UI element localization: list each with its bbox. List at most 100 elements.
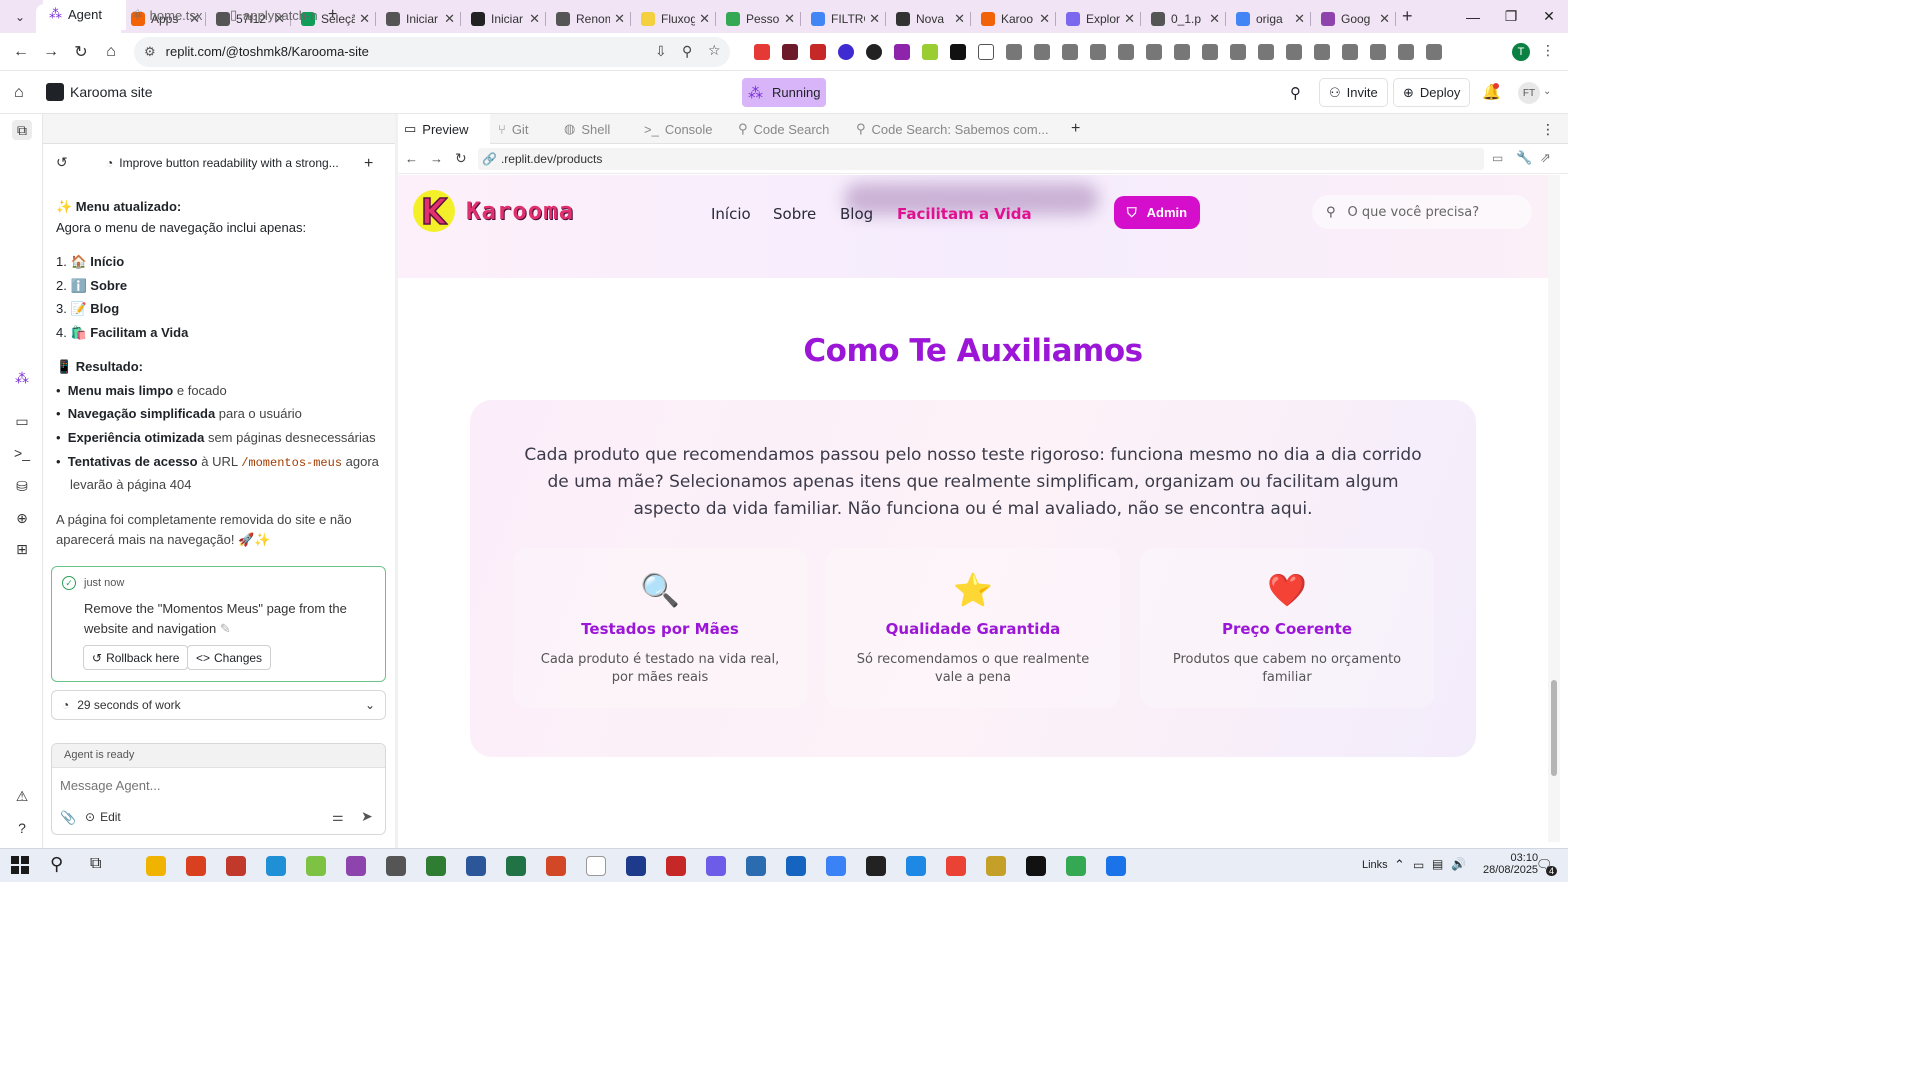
site-info-icon[interactable]: ⚙ bbox=[144, 44, 156, 60]
add-tab-button[interactable]: + bbox=[328, 0, 337, 30]
extension-icon[interactable] bbox=[838, 44, 854, 60]
work-summary[interactable]: ◔ 29 seconds of work ⌄ bbox=[51, 690, 386, 720]
close-tab-icon[interactable]: ✕ bbox=[444, 11, 455, 27]
files-icon[interactable]: ⧉ bbox=[12, 120, 32, 140]
add-pane-tab-button[interactable]: + bbox=[1071, 114, 1080, 144]
minimize-icon[interactable]: — bbox=[1454, 0, 1492, 33]
agent-icon[interactable]: ⁂ bbox=[12, 368, 32, 388]
tab-home-tsx[interactable]: ⚛ home.tsx bbox=[132, 0, 224, 30]
nav-link-facilitam-a-vida[interactable]: Facilitam a Vida bbox=[897, 205, 1032, 223]
taskbar-app-icon[interactable] bbox=[746, 856, 766, 876]
browser-tab[interactable]: origa ✕ bbox=[1226, 4, 1311, 33]
tab-shell[interactable]: ◍ Shell bbox=[564, 114, 610, 144]
preview-back-icon[interactable]: ← bbox=[405, 151, 418, 166]
battery-icon[interactable]: ▭ bbox=[1413, 858, 1424, 872]
address-bar[interactable]: ⚙ replit.com/@toshmk8/Karooma-site bbox=[134, 36, 730, 67]
attach-icon[interactable]: 📎 bbox=[60, 810, 76, 826]
close-tab-icon[interactable]: ✕ bbox=[614, 11, 625, 27]
scrollbar-thumb[interactable] bbox=[1551, 680, 1557, 776]
new-tab-button[interactable]: + bbox=[1402, 6, 1413, 27]
search-icon[interactable]: ⚲ bbox=[1290, 84, 1301, 102]
print-icon[interactable] bbox=[1174, 44, 1190, 60]
settings-sliders-icon[interactable]: ⚌ bbox=[332, 809, 344, 825]
tab-code-search-2[interactable]: ⚲ Code Search: Sabemos com... bbox=[856, 114, 1049, 144]
tab-git[interactable]: ⑂ Git bbox=[498, 114, 528, 144]
reload-icon[interactable]: ↻ bbox=[66, 37, 96, 67]
taskbar-app-icon[interactable] bbox=[1106, 856, 1126, 876]
browser-tab[interactable]: Goog ✕ bbox=[1311, 4, 1396, 33]
screenshot-icon[interactable] bbox=[1202, 44, 1218, 60]
bookmarks-icon[interactable] bbox=[1426, 44, 1442, 60]
pane-menu-icon[interactable]: ⋮ bbox=[1541, 114, 1555, 144]
link-icon[interactable] bbox=[1314, 44, 1330, 60]
close-tab-icon[interactable]: ✕ bbox=[699, 11, 710, 27]
cast-icon[interactable] bbox=[1342, 44, 1358, 60]
home-icon[interactable]: ⌂ bbox=[96, 37, 126, 67]
alert-icon[interactable]: ⚠ bbox=[12, 786, 32, 806]
download-icon[interactable] bbox=[1146, 44, 1162, 60]
message-input[interactable] bbox=[56, 774, 376, 796]
preview-icon[interactable]: ▭ bbox=[12, 411, 32, 431]
browser-tab[interactable]: Explor ✕ bbox=[1056, 4, 1141, 33]
preview-reload-icon[interactable]: ↻ bbox=[455, 150, 467, 167]
network-icon[interactable]: ▤ bbox=[1432, 857, 1443, 871]
tab-search-icon[interactable]: ⌄ bbox=[8, 5, 32, 29]
taskbar-app-icon[interactable] bbox=[346, 856, 366, 876]
taskbar-app-icon[interactable] bbox=[946, 856, 966, 876]
taskbar-app-icon[interactable] bbox=[266, 856, 286, 876]
devtools-icon[interactable]: 🔧 bbox=[1516, 150, 1532, 166]
close-tab-icon[interactable]: ✕ bbox=[1124, 11, 1135, 27]
extension-icon[interactable] bbox=[1006, 44, 1022, 60]
browser-menu-icon[interactable]: ⋮ bbox=[1541, 42, 1555, 59]
run-status-button[interactable]: ⁂ Running bbox=[742, 78, 826, 107]
taskbar-app-icon[interactable] bbox=[826, 856, 846, 876]
start-icon[interactable] bbox=[11, 856, 29, 874]
site-search-box[interactable]: ⚲ O que você precisa? bbox=[1312, 195, 1532, 229]
taskbar-app-icon[interactable] bbox=[1066, 856, 1086, 876]
browser-tab[interactable]: Fluxog ✕ bbox=[631, 4, 716, 33]
forward-icon[interactable]: → bbox=[36, 37, 66, 67]
project-title[interactable]: Karooma site bbox=[46, 83, 152, 101]
taskbar-app-icon[interactable] bbox=[666, 856, 686, 876]
close-tab-icon[interactable]: ✕ bbox=[1209, 11, 1220, 27]
reading-list-icon[interactable] bbox=[1090, 44, 1106, 60]
taskbar-app-icon[interactable] bbox=[506, 856, 526, 876]
tab-preview[interactable]: ▭ Preview bbox=[398, 114, 490, 144]
globe-icon[interactable]: ⊕ bbox=[12, 508, 32, 528]
close-tab-icon[interactable]: ✕ bbox=[784, 11, 795, 27]
browser-tab[interactable]: Nova ✕ bbox=[886, 4, 971, 33]
reader-icon[interactable] bbox=[1286, 44, 1302, 60]
user-avatar[interactable]: FT bbox=[1518, 82, 1540, 104]
chevron-down-icon[interactable]: ⌄ bbox=[1543, 86, 1551, 97]
taskbar-app-icon[interactable] bbox=[906, 856, 926, 876]
bookmark-star-icon[interactable]: ☆ bbox=[708, 42, 721, 59]
table-icon[interactable] bbox=[1370, 44, 1386, 60]
translate-icon[interactable] bbox=[1230, 44, 1246, 60]
extensions-puzzle-icon[interactable] bbox=[978, 44, 994, 60]
close-tab-icon[interactable]: ✕ bbox=[954, 11, 965, 27]
browser-tab[interactable]: 0_1.p ✕ bbox=[1141, 4, 1226, 33]
extension-icon[interactable] bbox=[950, 44, 966, 60]
taskbar-app-icon[interactable] bbox=[586, 856, 606, 876]
taskbar-app-icon[interactable] bbox=[466, 856, 486, 876]
qr-icon[interactable] bbox=[1258, 44, 1274, 60]
tab-agent[interactable]: ⁂ Agent bbox=[43, 0, 126, 30]
help-icon[interactable]: ? bbox=[12, 818, 32, 838]
install-icon[interactable]: ⇩ bbox=[655, 43, 667, 60]
taskbar-app-icon[interactable] bbox=[986, 856, 1006, 876]
preview-url-input[interactable]: 🔗 .replit.dev/products bbox=[478, 148, 1484, 170]
replit-home-icon[interactable]: ⌂ bbox=[14, 84, 24, 102]
apps-grid-icon[interactable]: ⊞ bbox=[12, 539, 32, 559]
taskbar-app-icon[interactable] bbox=[226, 856, 246, 876]
nav-link-blog[interactable]: Blog bbox=[840, 205, 873, 223]
history-icon[interactable] bbox=[1118, 44, 1134, 60]
taskbar-app-icon[interactable] bbox=[186, 856, 206, 876]
edit-mode-button[interactable]: ⊙ Edit bbox=[85, 810, 121, 824]
extension-icon[interactable] bbox=[894, 44, 910, 60]
close-tab-icon[interactable]: ✕ bbox=[1294, 11, 1305, 27]
restore-icon[interactable]: ❐ bbox=[1492, 0, 1530, 33]
zoom-icon[interactable]: ⚲ bbox=[682, 43, 692, 60]
browser-tab[interactable]: Iniciar ✕ bbox=[376, 4, 461, 33]
links-toolbar[interactable]: Links bbox=[1362, 859, 1388, 871]
admin-button[interactable]: ⛉ Admin bbox=[1114, 196, 1200, 229]
